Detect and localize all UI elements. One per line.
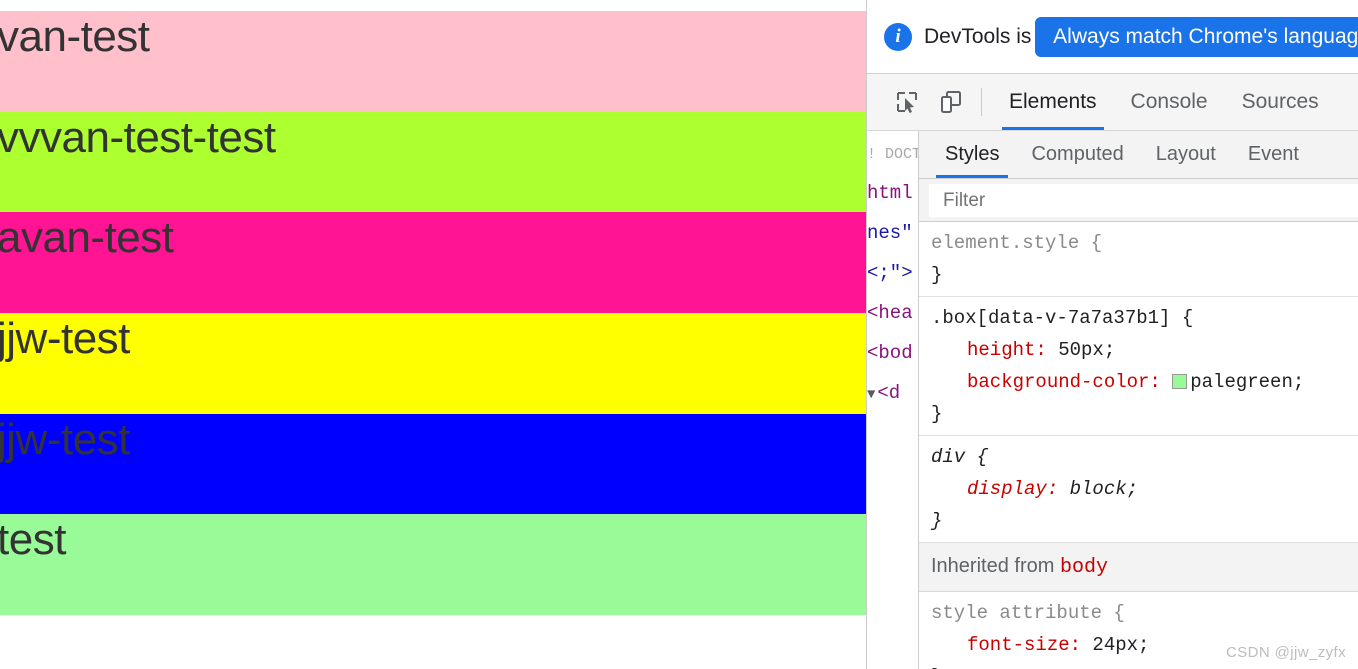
toolbar-divider [981,88,982,116]
css-property-value[interactable]: 50px; [1058,339,1115,361]
css-declaration[interactable]: height: 50px; [931,334,1358,366]
css-rule-inherited-close-brace: } [931,661,1358,669]
page-viewport: van-test vvvan-test-test avan-test jjw-test… [0,0,866,669]
box-list: van-test vvvan-test-test avan-test jjw-test… [0,11,866,616]
screen: van-test vvvan-test-test avan-test jjw-test… [0,0,1358,669]
dom-tree-line[interactable]: ! DOCT [867,133,918,173]
color-box: test [0,514,866,616]
dom-tree-line[interactable]: <;"> [867,253,918,293]
inherited-from-node[interactable]: body [1060,556,1108,579]
devtools-body: ! DOCT html nes" <;"> <hea <bod ▼ <d Styles Com… [867,131,1358,669]
dom-tree-text: <bod [867,342,913,364]
language-notification-bar: i DevTools is now available in Chinese! … [867,0,1358,74]
dom-tree-line[interactable]: html [867,173,918,213]
color-box-label: test [0,515,66,565]
dom-tree-text: ! DOCT [867,146,918,163]
color-box: van-test [0,11,866,112]
css-rule-2-selector[interactable]: div { [931,441,1358,473]
dom-tree-text: <hea [867,302,913,324]
tab-sources-label: Sources [1241,90,1319,113]
tab-console[interactable]: Console [1114,74,1225,130]
css-rule-1-close-brace: } [931,403,943,425]
css-property-name[interactable]: display: [931,478,1070,500]
styles-filter-input[interactable] [929,184,1358,217]
always-match-language-button[interactable]: Always match Chrome's language [1035,17,1358,57]
subtab-layout[interactable]: Layout [1140,131,1232,178]
css-rule-2[interactable]: div {display: block;} [919,436,1358,543]
dom-tree-text: <d [877,382,901,404]
expand-triangle-icon[interactable]: ▼ [867,387,875,403]
subtab-layout-label: Layout [1155,143,1216,165]
subtab-computed[interactable]: Computed [1015,131,1139,178]
color-box: jjw-test [0,313,866,414]
css-declaration[interactable]: background-color: palegreen; [931,366,1358,398]
css-rule-1-selector[interactable]: .box[data-v-7a7a37b1] { [931,302,1358,334]
dom-tree-line[interactable]: <hea [867,293,918,333]
tab-console-label: Console [1130,90,1208,113]
css-property-value[interactable]: 24px; [1092,634,1149,656]
subtab-event-listeners-label: Event [1247,143,1299,165]
info-icon: i [884,22,912,51]
color-box-label: vvvan-test-test [0,112,276,162]
css-declaration[interactable]: display: block; [931,473,1358,505]
color-swatch-icon[interactable] [1172,374,1188,389]
css-rule-0-close-brace: } [931,264,943,286]
tab-elements-label: Elements [1009,90,1097,113]
tab-elements[interactable]: Elements [992,74,1114,130]
device-toolbar-icon[interactable] [929,74,973,130]
dom-tree-line[interactable]: <bod [867,333,918,373]
css-property-value[interactable]: palegreen; [1190,371,1304,393]
css-property-name[interactable]: background-color: [931,371,1172,393]
subtab-computed-label: Computed [1031,143,1124,165]
dom-tree[interactable]: ! DOCT html nes" <;"> <hea <bod ▼ <d [867,131,919,669]
css-rule-0[interactable]: element.style {} [919,222,1358,297]
color-box: avan-test [0,212,866,314]
styles-subtab-bar: Styles Computed Layout Event [919,131,1358,179]
dom-tree-line[interactable]: ▼ <d [867,373,918,413]
subtab-styles[interactable]: Styles [929,131,1015,178]
css-property-name[interactable]: font-size: [931,634,1092,656]
subtab-event-listeners[interactable]: Event [1232,131,1315,178]
color-box-label: avan-test [0,213,174,263]
tab-sources[interactable]: Sources [1225,74,1336,130]
watermark: CSDN @jjw_zyfx [1225,644,1346,661]
css-rule-inherited-selector[interactable]: style attribute { [931,597,1358,629]
dom-tree-text: html [867,182,913,204]
color-box-label: van-test [0,12,150,61]
inherited-from-header: Inherited from body [919,543,1358,592]
dom-tree-text: <;"> [867,262,913,284]
dom-tree-line[interactable]: nes" [867,213,918,253]
color-box-label: jjw-test [0,314,130,364]
color-box-label: jjw-test [0,414,130,464]
styles-pane: Styles Computed Layout Event element.st [919,131,1358,669]
subtab-styles-label: Styles [945,143,1000,165]
css-rules-list: element.style {} .box[data-v-7a7a37b1] {h… [919,222,1358,669]
inspect-cursor-icon[interactable] [885,74,929,130]
dom-tree-text: nes" [867,222,913,244]
filter-row [919,179,1358,222]
devtools-toolbar: Elements Console Sources [867,74,1358,131]
css-property-name[interactable]: height: [931,339,1058,361]
css-rule-0-selector[interactable]: element.style { [931,227,1358,259]
color-box: jjw-test [0,413,866,515]
css-rule-1[interactable]: .box[data-v-7a7a37b1] {height: 50px; back… [919,297,1358,436]
css-rule-2-close-brace: } [931,510,943,532]
color-box: vvvan-test-test [0,111,866,213]
inherited-from-label: Inherited from [931,555,1060,577]
devtools-panel: i DevTools is now available in Chinese! … [866,0,1358,669]
css-property-value[interactable]: block; [1070,478,1138,500]
